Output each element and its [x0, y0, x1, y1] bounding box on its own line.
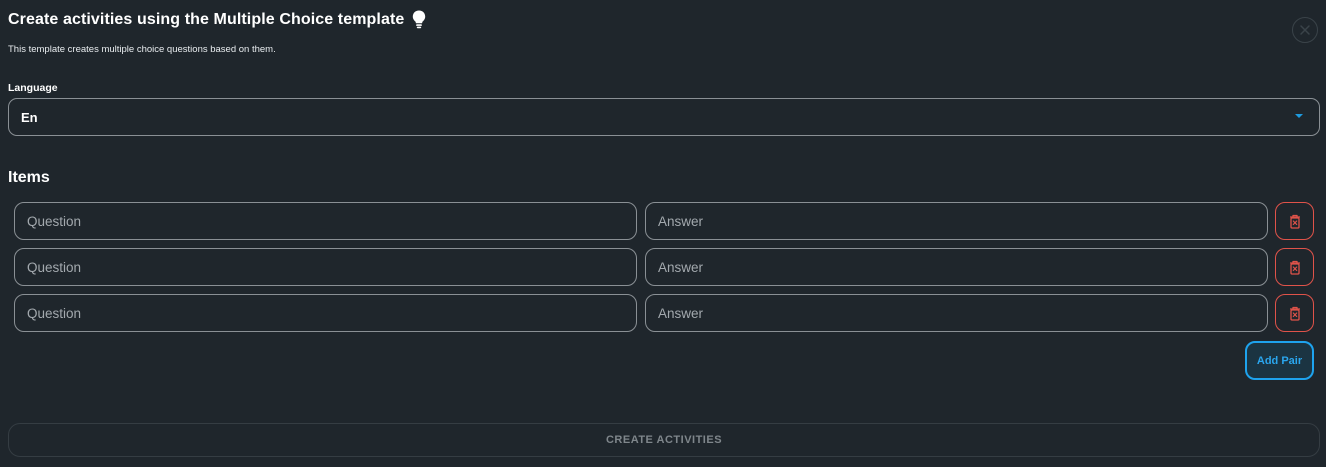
- trash-icon: [1289, 214, 1300, 229]
- item-row: [14, 248, 1314, 286]
- create-activities-button[interactable]: CREATE ACTIVITIES: [8, 423, 1320, 457]
- delete-item-button[interactable]: [1275, 294, 1314, 332]
- question-input[interactable]: [14, 202, 637, 240]
- trash-icon: [1289, 260, 1300, 275]
- caret-down-icon: [1295, 114, 1303, 118]
- language-selected-value: En: [21, 109, 38, 125]
- header: Create activities using the Multiple Cho…: [8, 10, 426, 29]
- language-label: Language: [8, 82, 58, 94]
- item-row: [14, 294, 1314, 332]
- add-pair-button[interactable]: Add Pair: [1245, 341, 1314, 380]
- language-select[interactable]: En: [8, 98, 1320, 136]
- answer-input[interactable]: [645, 294, 1268, 332]
- trash-icon: [1289, 306, 1300, 321]
- question-input[interactable]: [14, 294, 637, 332]
- delete-item-button[interactable]: [1275, 248, 1314, 286]
- answer-input[interactable]: [645, 248, 1268, 286]
- question-input[interactable]: [14, 248, 637, 286]
- close-icon: [1300, 25, 1310, 35]
- item-row: [14, 202, 1314, 240]
- page-subtitle: This template creates multiple choice qu…: [8, 44, 276, 55]
- close-button[interactable]: [1292, 17, 1318, 43]
- answer-input[interactable]: [645, 202, 1268, 240]
- page-title: Create activities using the Multiple Cho…: [8, 10, 405, 28]
- delete-item-button[interactable]: [1275, 202, 1314, 240]
- lightbulb-icon: [412, 10, 426, 29]
- items-heading: Items: [8, 169, 50, 186]
